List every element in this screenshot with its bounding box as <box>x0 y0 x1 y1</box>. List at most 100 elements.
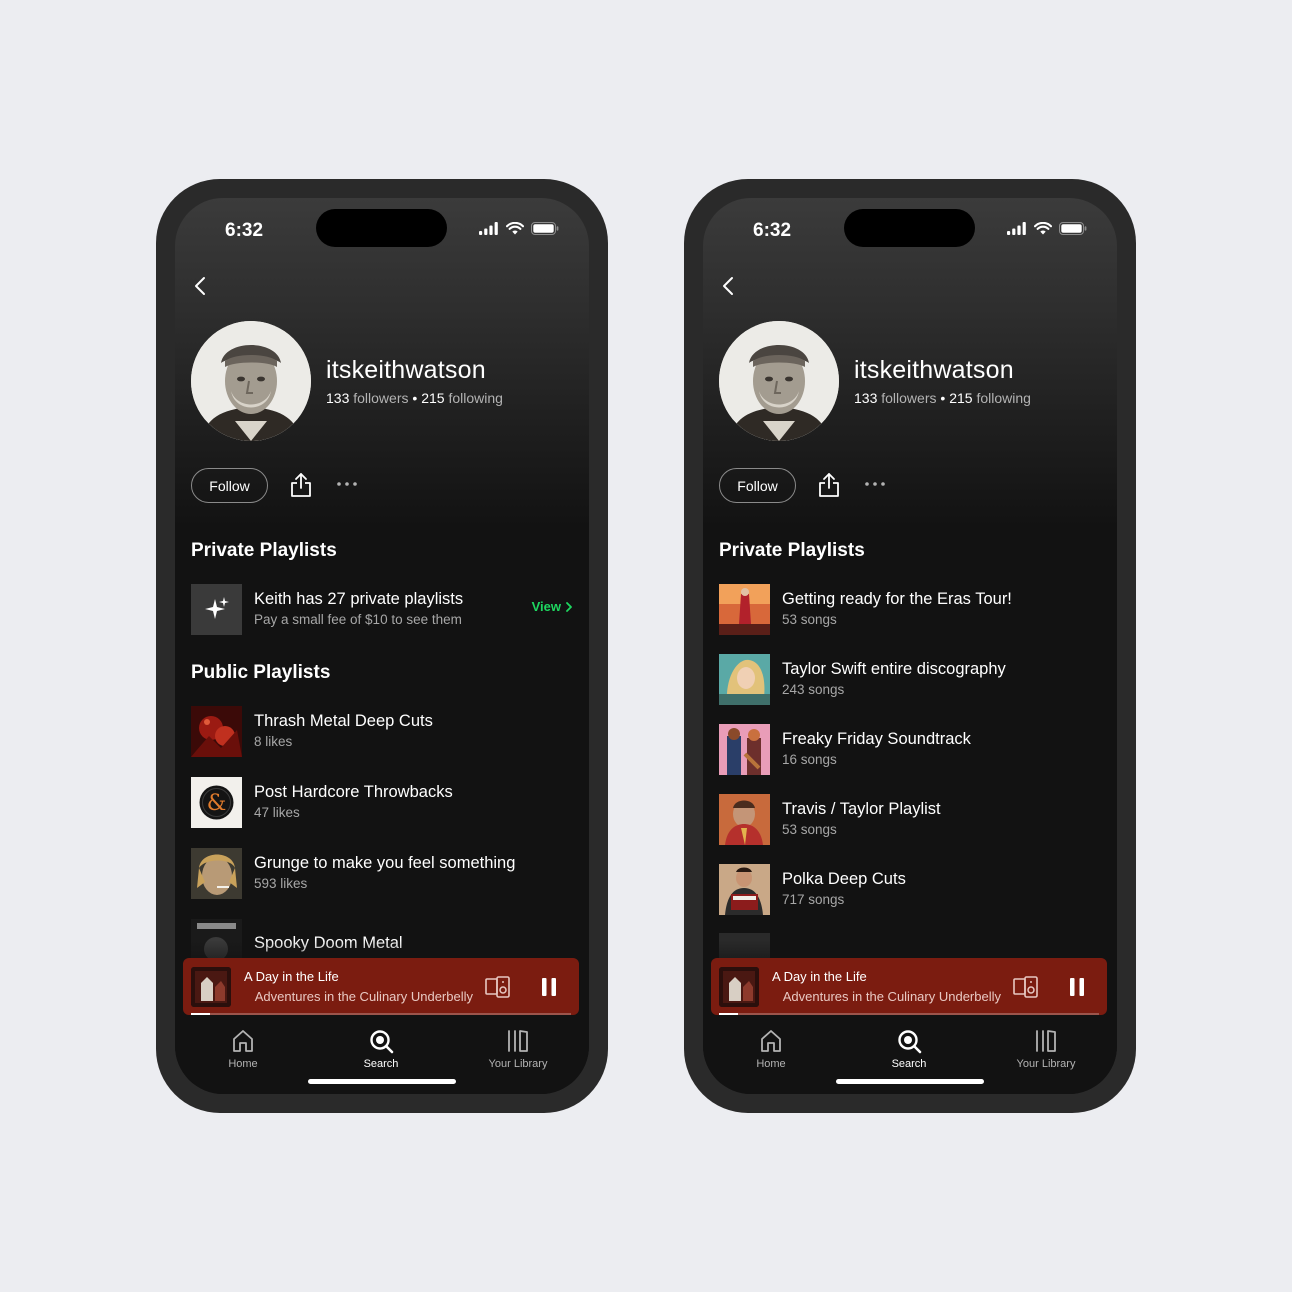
nav-home-label: Home <box>756 1058 786 1070</box>
nav-library-label: Your Library <box>488 1058 548 1070</box>
public-playlists-heading: Public Playlists <box>191 662 331 683</box>
now-playing-title: A Day in the Life <box>244 969 339 984</box>
wifi-icon <box>506 222 524 235</box>
nav-home[interactable]: Home <box>721 1028 821 1070</box>
pause-icon[interactable] <box>539 977 559 997</box>
nav-library[interactable]: Your Library <box>468 1028 568 1070</box>
nav-home[interactable]: Home <box>193 1028 293 1070</box>
playlist-row[interactable]: Thrash Metal Deep Cuts 8 likes <box>191 705 573 757</box>
followers-label: followers <box>881 390 937 406</box>
private-summary-subtitle: Pay a small fee of $10 to see them <box>254 612 462 627</box>
view-private-playlists-link[interactable]: View <box>532 599 573 614</box>
profile-screen: 6:32 itskeithwatson 133 followers • 215 … <box>703 198 1117 1094</box>
library-icon <box>1036 1030 1056 1052</box>
share-icon[interactable] <box>817 472 841 498</box>
playlist-row[interactable]: Polka Deep Cuts 717 songs <box>719 863 1101 915</box>
profile-screen: 6:32 itskeithwatson 133 followers • 215 … <box>175 198 589 1094</box>
playlist-cover <box>719 793 770 845</box>
nav-search[interactable]: Search <box>859 1028 959 1070</box>
battery-icon <box>1059 222 1087 235</box>
mini-player[interactable]: A Day in the Life Adventures in the Culi… <box>183 958 579 1015</box>
playlist-title: Travis / Taylor Playlist <box>782 800 941 818</box>
follow-stats: 133 followers • 215 following <box>326 390 503 406</box>
home-indicator[interactable] <box>308 1079 456 1084</box>
private-playlists-heading: Private Playlists <box>191 540 337 561</box>
now-playing-artwork <box>719 967 759 1007</box>
playlist-row[interactable]: Travis / Taylor Playlist 53 songs <box>719 793 1101 845</box>
mini-player[interactable]: A Day in the Life Adventures in the Culi… <box>711 958 1107 1015</box>
library-icon <box>508 1030 528 1052</box>
private-playlists-summary[interactable]: Keith has 27 private playlists Pay a sma… <box>191 583 573 635</box>
playlist-row[interactable]: Taylor Swift entire discography 243 song… <box>719 653 1101 705</box>
back-chevron-icon[interactable] <box>189 274 213 298</box>
private-playlists-heading: Private Playlists <box>719 540 865 561</box>
playlist-row[interactable]: Freaky Friday Soundtrack 16 songs <box>719 723 1101 775</box>
playlist-title: Polka Deep Cuts <box>782 870 906 888</box>
more-options-icon[interactable] <box>335 474 359 494</box>
playlist-song-count: 53 songs <box>782 822 837 837</box>
pause-icon[interactable] <box>1067 977 1087 997</box>
playlist-cover <box>191 705 242 757</box>
now-playing-artwork <box>191 967 231 1007</box>
now-playing-subtitle: Adventures in the Culinary Underbelly <box>761 989 1001 1004</box>
cellular-signal-icon <box>479 222 498 235</box>
nav-library[interactable]: Your Library <box>996 1028 1096 1070</box>
playlist-cover <box>719 653 770 705</box>
playlist-likes: 8 likes <box>254 734 293 749</box>
playlist-row[interactable]: Getting ready for the Eras Tour! 53 song… <box>719 583 1101 635</box>
playlist-cover <box>719 583 770 635</box>
playlist-song-count: 53 songs <box>782 612 837 627</box>
status-icons <box>479 222 559 235</box>
nav-home-label: Home <box>228 1058 258 1070</box>
more-options-icon[interactable] <box>863 474 887 494</box>
playlist-song-count: 16 songs <box>782 752 837 767</box>
profile-username: itskeithwatson <box>326 356 486 384</box>
followers-count: 133 <box>854 390 878 406</box>
playlist-title: Freaky Friday Soundtrack <box>782 730 971 748</box>
following-label: following <box>448 390 503 406</box>
status-time: 6:32 <box>225 220 264 241</box>
view-link-label: View <box>531 599 561 614</box>
now-playing-subtitle: Adventures in the Culinary Underbelly <box>233 989 473 1004</box>
playlist-likes: 47 likes <box>254 805 300 820</box>
connect-device-icon[interactable] <box>485 976 511 998</box>
avatar <box>191 321 311 441</box>
nav-search[interactable]: Search <box>331 1028 431 1070</box>
connect-device-icon[interactable] <box>1013 976 1039 998</box>
follow-button[interactable]: Follow <box>719 468 796 503</box>
follow-button[interactable]: Follow <box>191 468 268 503</box>
private-summary-title: Keith has 27 private playlists <box>254 590 464 608</box>
status-time: 6:32 <box>753 220 792 241</box>
phone-right: 6:32 itskeithwatson 133 followers • 215 … <box>684 179 1136 1113</box>
share-icon[interactable] <box>289 472 313 498</box>
playlist-cover: & <box>191 776 242 828</box>
now-playing-title: A Day in the Life <box>772 969 867 984</box>
home-icon <box>233 1030 253 1052</box>
now-playing-subtitle-text: Adventures in the Culinary Underbelly <box>254 989 473 1004</box>
avatar <box>719 321 839 441</box>
playlist-cover <box>191 847 242 899</box>
following-count: 215 <box>949 390 973 406</box>
playlist-row[interactable]: Grunge to make you feel something 593 li… <box>191 847 573 899</box>
playlist-row[interactable]: & Post Hardcore Throwbacks 47 likes <box>191 776 573 828</box>
playlist-likes: 593 likes <box>254 876 308 891</box>
nav-library-label: Your Library <box>1016 1058 1076 1070</box>
dynamic-island <box>316 209 447 247</box>
sparkle-thumbnail <box>191 583 242 635</box>
follow-stats: 133 followers • 215 following <box>854 390 1031 406</box>
avatar-portrait-icon <box>719 321 839 441</box>
nav-search-label: Search <box>363 1058 399 1070</box>
wifi-icon <box>1034 222 1052 235</box>
chevron-right-icon <box>566 601 572 612</box>
list-fade <box>175 940 589 958</box>
search-icon <box>898 1030 922 1054</box>
battery-icon <box>531 222 559 235</box>
cellular-signal-icon <box>1007 222 1026 235</box>
sparkle-icon <box>204 597 229 619</box>
stats-separator: • <box>940 390 946 406</box>
home-indicator[interactable] <box>836 1079 984 1084</box>
playlist-song-count: 243 songs <box>782 682 845 697</box>
back-chevron-icon[interactable] <box>717 274 741 298</box>
search-icon <box>370 1030 394 1054</box>
playlist-title: Thrash Metal Deep Cuts <box>254 712 433 730</box>
